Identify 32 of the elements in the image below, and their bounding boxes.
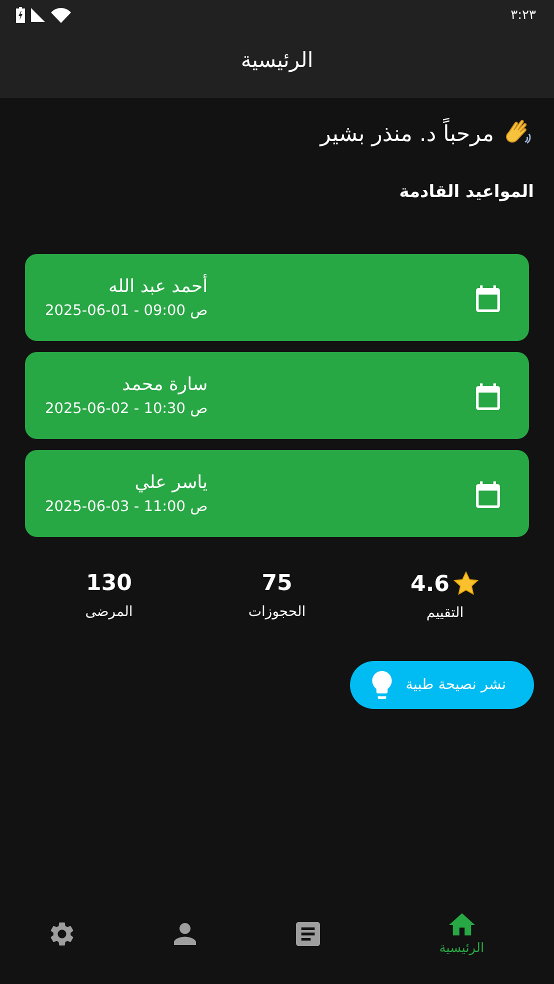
patient-name: ياسر علي xyxy=(134,472,208,493)
appointment-card[interactable]: سارة محمد 2025-06-02 - 10:30 ص xyxy=(25,352,529,439)
appointment-card[interactable]: ياسر علي 2025-06-03 - 11:00 ص xyxy=(25,450,529,537)
post-tip-button[interactable]: نشر نصيحة طبية xyxy=(350,661,534,709)
status-time: ٣:٢٣ xyxy=(510,8,536,22)
screen-title: الرئيسية xyxy=(240,48,314,72)
appointment-time: 2025-06-01 - 09:00 ص xyxy=(45,303,208,319)
person-icon xyxy=(174,923,196,945)
document-icon xyxy=(296,922,320,946)
calendar-icon xyxy=(475,284,501,312)
appointment-card[interactable]: أحمد عبد الله 2025-06-01 - 09:00 ص xyxy=(25,254,529,341)
star-icon xyxy=(452,571,480,597)
calendar-icon xyxy=(475,480,501,508)
nav-tab[interactable]: الرئيسية xyxy=(369,896,554,984)
calendar-icon xyxy=(475,382,501,410)
patient-name: سارة محمد xyxy=(121,374,208,395)
settings-icon xyxy=(50,922,74,946)
stat-label: الحجوزات xyxy=(248,604,306,620)
appointment-time: 2025-06-03 - 11:00 ص xyxy=(45,499,208,515)
signal-icon xyxy=(31,8,45,22)
battery-icon xyxy=(16,7,25,23)
stat-label: التقييم xyxy=(426,605,464,621)
section-heading: المواعيد القادمة xyxy=(398,182,534,202)
stat-value: 130 xyxy=(86,571,132,596)
patient-name: أحمد عبد الله xyxy=(108,276,208,297)
home-icon xyxy=(448,912,475,936)
wifi-icon xyxy=(51,8,71,22)
lightbulb-icon xyxy=(372,671,392,699)
stat-value: 4.6 xyxy=(410,572,450,596)
stat-value: 75 xyxy=(262,571,292,596)
appointment-time: 2025-06-02 - 10:30 ص xyxy=(45,401,208,417)
stat-label: المرضى xyxy=(85,604,133,620)
